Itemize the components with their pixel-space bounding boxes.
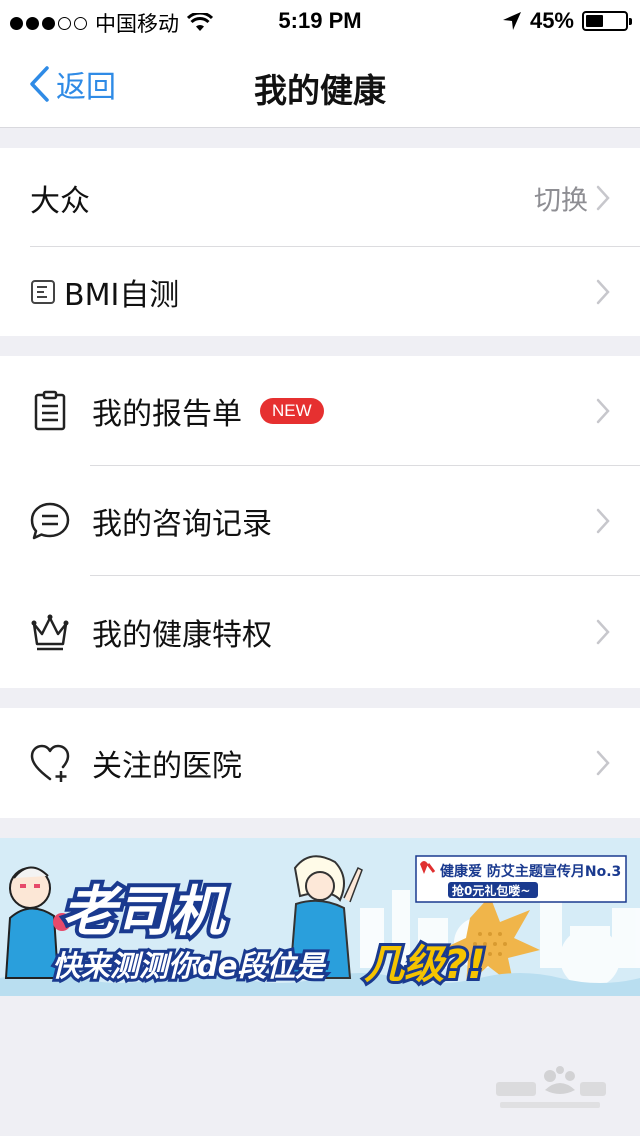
report-row[interactable]: 我的报告单 NEW xyxy=(0,356,640,466)
health-privilege-row[interactable]: 我的健康特权 xyxy=(0,576,640,688)
report-icon xyxy=(28,389,72,433)
banner-tag: 健康爱 防艾主题宣传月No.3 抢0元礼包喽~ xyxy=(415,855,627,903)
banner-tag-line: 健康爱 防艾主题宣传月No.3 xyxy=(440,863,621,880)
chevron-right-icon xyxy=(596,279,610,305)
followed-hospitals-label: 关注的医院 xyxy=(92,749,242,784)
chevron-right-icon xyxy=(596,750,610,776)
chevron-right-icon xyxy=(596,508,610,534)
hospital-section: 关注的医院 xyxy=(0,708,640,818)
profile-section: 大众 切换 BMI自测 xyxy=(0,148,640,336)
health-privilege-label: 我的健康特权 xyxy=(92,618,272,653)
promo-banner-art: 老司机 快来测测你de段位是 几级?! 健康爱 防艾主题宣传月No.3 抢0元礼… xyxy=(0,838,640,996)
chat-icon xyxy=(28,499,72,543)
bmi-label: BMI自测 xyxy=(64,277,180,313)
records-section: 我的报告单 NEW 我的咨询记录 我的健康特权 xyxy=(0,356,640,688)
new-badge: NEW xyxy=(260,398,324,424)
banner-subline-1: 快来测测你de段位是 xyxy=(52,949,326,983)
document-icon xyxy=(30,279,56,305)
chevron-right-icon xyxy=(596,398,610,424)
consult-history-label: 我的咨询记录 xyxy=(92,507,272,542)
chevron-right-icon xyxy=(596,619,610,645)
promo-banner[interactable]: 老司机 快来测测你de段位是 几级?! 健康爱 防艾主题宣传月No.3 抢0元礼… xyxy=(0,838,640,996)
report-label: 我的报告单 xyxy=(92,397,242,432)
navigation-bar: 返回 我的健康 xyxy=(0,40,640,128)
switch-label[interactable]: 切换 xyxy=(534,178,588,217)
banner-headline: 老司机 xyxy=(62,880,227,943)
location-arrow-icon xyxy=(502,12,521,30)
profile-label: 大众 xyxy=(30,183,90,219)
page-title: 我的健康 xyxy=(254,71,386,110)
bmi-test-row[interactable]: BMI自测 xyxy=(0,247,640,336)
banner-subline-2: 几级?! xyxy=(364,942,485,988)
battery-percent: 45% xyxy=(529,8,574,33)
heart-plus-icon xyxy=(28,741,72,785)
status-bar: 中国移动 5:19 PM 45% xyxy=(0,0,640,40)
banner-tag-sub: 抢0元礼包喽~ xyxy=(452,883,530,898)
baidu-watermark-logo xyxy=(496,1066,606,1108)
battery-icon xyxy=(582,11,632,31)
crown-icon xyxy=(28,610,72,654)
consult-history-row[interactable]: 我的咨询记录 xyxy=(0,466,640,576)
profile-row[interactable]: 大众 切换 xyxy=(0,148,640,247)
followed-hospitals-row[interactable]: 关注的医院 xyxy=(0,708,640,818)
chevron-right-icon xyxy=(596,185,610,211)
